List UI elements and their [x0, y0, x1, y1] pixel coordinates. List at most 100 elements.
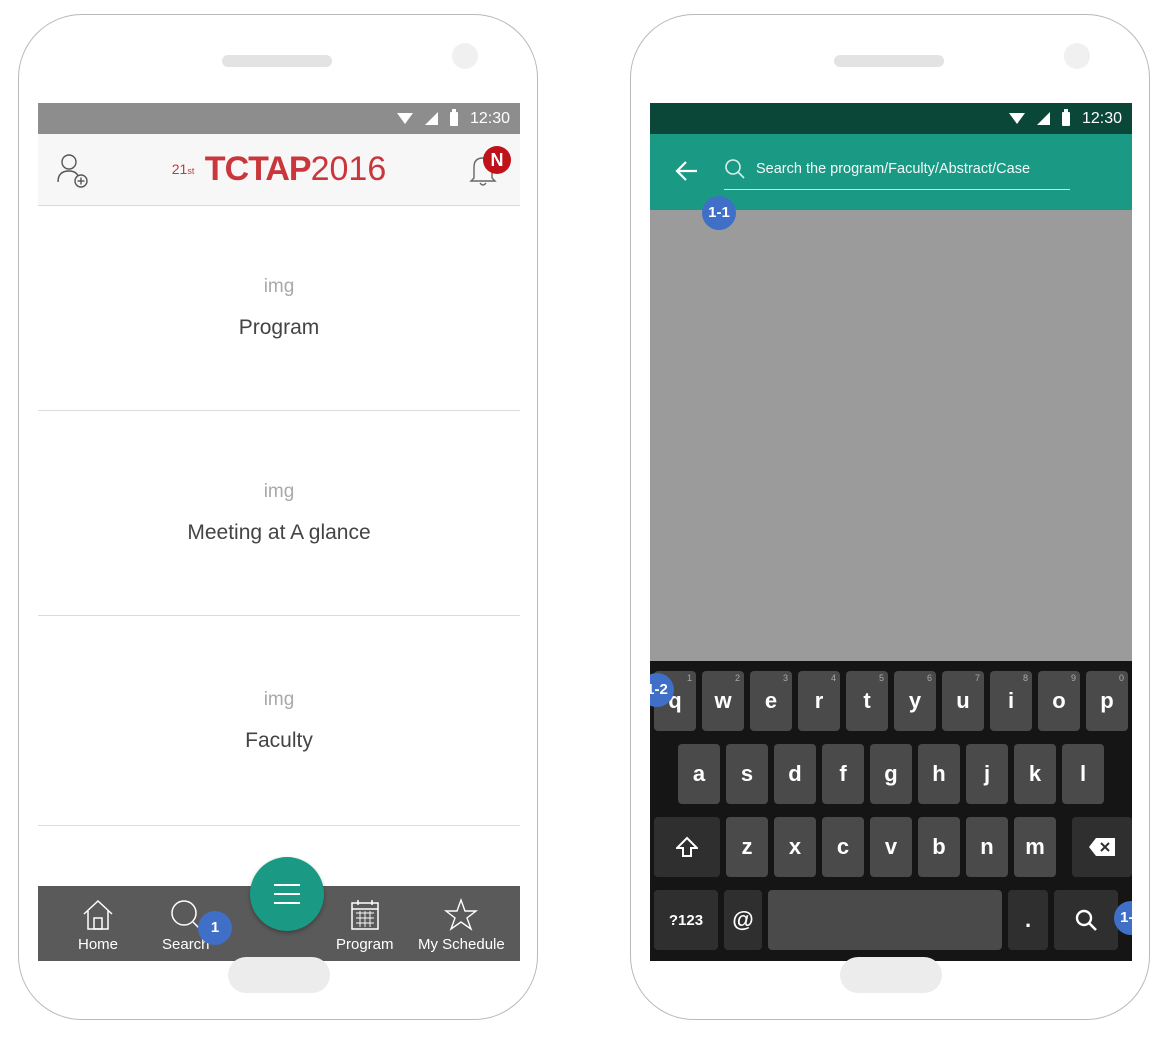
logo-name: TCTAP: [204, 150, 312, 188]
keyboard-row-4: ?123 @ .: [654, 890, 1128, 950]
wifi-icon: [1008, 113, 1025, 124]
key-k[interactable]: k: [1014, 744, 1056, 804]
status-bar: 12:30: [650, 103, 1132, 134]
search-field[interactable]: [724, 148, 1070, 190]
key-l[interactable]: l: [1062, 744, 1104, 804]
nav-home[interactable]: Home: [78, 898, 118, 953]
menu-item-image: img: [263, 481, 295, 502]
battery-icon: [1061, 108, 1070, 126]
battery-icon: [449, 108, 458, 126]
signal-icon: [424, 112, 438, 125]
key-d[interactable]: d: [774, 744, 816, 804]
key-o[interactable]: o9: [1038, 671, 1080, 731]
nav-label: Program: [336, 936, 394, 953]
key-hint: 0: [1118, 673, 1124, 683]
key-t[interactable]: t5: [846, 671, 888, 731]
nav-label: Home: [78, 936, 119, 953]
menu-item-label: Faculty: [245, 728, 313, 752]
key-hint: 3: [782, 673, 788, 683]
key-s[interactable]: s: [726, 744, 768, 804]
key-c[interactable]: c: [822, 817, 864, 877]
backspace-key[interactable]: [1072, 817, 1132, 877]
backspace-icon: [1089, 838, 1115, 856]
nav-program[interactable]: Program: [336, 898, 394, 953]
key-h[interactable]: h: [918, 744, 960, 804]
key-p[interactable]: p0: [1086, 671, 1128, 731]
key-r[interactable]: r4: [798, 671, 840, 731]
shift-icon: [676, 836, 698, 857]
menu-item-image: img: [263, 688, 295, 710]
phone-home-screen: 12:30 21st TCTAP2016 N img Program img M…: [18, 14, 538, 1020]
menu-fab-button[interactable]: [250, 857, 324, 931]
key-x[interactable]: x: [774, 817, 816, 877]
back-arrow-icon[interactable]: [674, 158, 700, 184]
status-time: 12:30: [1081, 109, 1122, 127]
key-m[interactable]: m: [1014, 817, 1056, 877]
wifi-icon: [396, 113, 413, 124]
key-u[interactable]: u7: [942, 671, 984, 731]
key-n[interactable]: n: [966, 817, 1008, 877]
calendar-icon: [351, 900, 379, 930]
camera: [1064, 43, 1090, 69]
key-hint: 4: [830, 673, 836, 683]
shift-key[interactable]: [654, 817, 720, 877]
home-screen: 12:30 21st TCTAP2016 N img Program img M…: [38, 103, 520, 961]
home-icon: [83, 899, 113, 930]
key-hint: 5: [878, 673, 884, 683]
menu-item-program[interactable]: img Program: [38, 206, 520, 411]
search-screen: 12:30 1-1 q1w2e3r4t5y6u7i8o9p0 asdfghjkl: [650, 103, 1132, 961]
keyboard-row-2: asdfghjkl: [654, 744, 1128, 804]
search-icon: [725, 158, 745, 179]
key-a[interactable]: a: [678, 744, 720, 804]
menu-item-meeting-at-a-glance[interactable]: img Meeting at A glance: [38, 411, 520, 616]
status-bar: 12:30: [38, 103, 520, 134]
key-hint: 7: [974, 673, 980, 683]
period-key[interactable]: .: [1008, 890, 1048, 950]
speaker: [222, 55, 332, 67]
soft-keyboard: q1w2e3r4t5y6u7i8o9p0 asdfghjkl zxcvbnm ?…: [650, 661, 1132, 961]
phone-search-screen: 12:30 1-1 q1w2e3r4t5y6u7i8o9p0 asdfghjkl: [630, 14, 1150, 1020]
key-f[interactable]: f: [822, 744, 864, 804]
camera: [452, 43, 478, 69]
search-go-key[interactable]: [1054, 890, 1118, 950]
menu-icon: [274, 884, 300, 886]
key-hint: 6: [926, 673, 932, 683]
annotation-marker-1: 1: [198, 911, 232, 945]
symbols-key[interactable]: ?123: [654, 890, 718, 950]
search-input[interactable]: [756, 160, 1070, 177]
device-home-button[interactable]: [840, 957, 942, 993]
key-b[interactable]: b: [918, 817, 960, 877]
key-y[interactable]: y6: [894, 671, 936, 731]
logo-edition: 21st: [171, 160, 195, 177]
menu-item-label: Meeting at A glance: [187, 521, 371, 544]
app-header: 21st TCTAP2016 N: [38, 134, 520, 206]
device-home-button[interactable]: [228, 957, 330, 993]
key-hint: 1: [686, 673, 692, 683]
annotation-marker-1-1: 1-1: [702, 196, 736, 230]
key-e[interactable]: e3: [750, 671, 792, 731]
logo-year: 2016: [310, 150, 387, 188]
key-z[interactable]: z: [726, 817, 768, 877]
key-hint: 9: [1070, 673, 1076, 683]
speaker: [834, 55, 944, 67]
signal-icon: [1036, 112, 1050, 125]
key-i[interactable]: i8: [990, 671, 1032, 731]
notification-badge[interactable]: N: [483, 146, 511, 174]
search-icon: [1075, 909, 1097, 931]
star-icon: [444, 898, 479, 931]
key-g[interactable]: g: [870, 744, 912, 804]
key-hint: 2: [734, 673, 740, 683]
space-key[interactable]: [768, 890, 1002, 950]
status-time: 12:30: [469, 109, 510, 127]
at-key[interactable]: @: [724, 890, 762, 950]
menu-item-faculty[interactable]: img Faculty: [38, 616, 520, 826]
keyboard-row-3: zxcvbnm: [654, 817, 1132, 877]
keyboard-row-1: q1w2e3r4t5y6u7i8o9p0: [654, 671, 1128, 731]
nav-my-schedule[interactable]: My Schedule: [418, 898, 505, 953]
key-v[interactable]: v: [870, 817, 912, 877]
menu-item-label: Program: [238, 316, 320, 339]
key-w[interactable]: w2: [702, 671, 744, 731]
key-j[interactable]: j: [966, 744, 1008, 804]
menu-item-image: img: [263, 276, 295, 297]
key-hint: 8: [1022, 673, 1028, 683]
